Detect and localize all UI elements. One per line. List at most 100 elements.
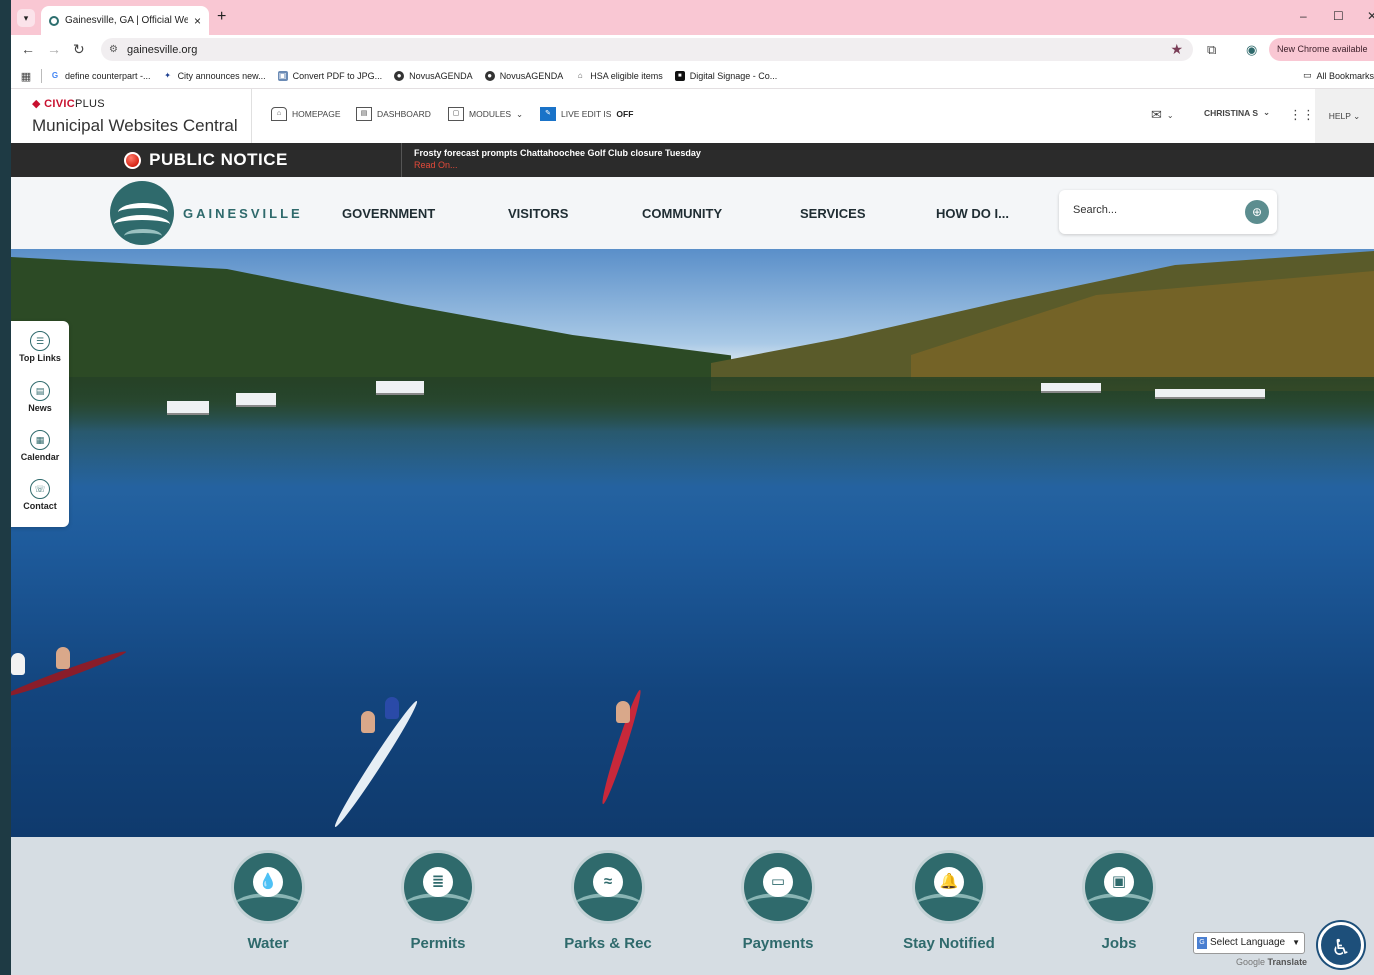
grid-icon: ⋮⋮ (1289, 107, 1315, 122)
back-arrow-icon[interactable]: ← (21, 41, 35, 57)
quick-link-water[interactable]: 💧 Water (208, 853, 328, 952)
search-icon[interactable]: ⊕ (1245, 200, 1269, 224)
credit-card-icon: ▭ (763, 867, 793, 897)
browser-window: ▾ Gainesville, GA | Official Website × +… (11, 0, 1374, 975)
nav-how-do-i[interactable]: HOW DO I... (936, 206, 1009, 221)
document-icon: ≣ (423, 867, 453, 897)
maximize-button[interactable]: ☐ (1333, 9, 1344, 23)
public-notice-bar: PUBLIC NOTICE Frosty forecast prompts Ch… (11, 143, 1374, 177)
quick-links-sidebar: ☰ Top Links ▤ News ▦ Calendar ☏ Contact (11, 321, 69, 527)
cms-admin-bar: ◆ CIVICPLUS Municipal Websites Central ⌂… (11, 89, 1374, 144)
tab-search-button[interactable]: ▾ (17, 9, 35, 27)
gainesville-logo-icon[interactable] (110, 181, 174, 245)
chevron-down-icon: ⌄ (1263, 107, 1271, 117)
sidebar-item-calendar[interactable]: ▦ Calendar (11, 430, 69, 462)
nav-community[interactable]: COMMUNITY (642, 206, 722, 221)
water-drop-icon: 💧 (253, 867, 283, 897)
live-edit-icon: ✎ (540, 107, 556, 121)
admin-modules-menu[interactable]: ▢ Modules ⌄ (448, 107, 523, 121)
minimize-button[interactable]: – (1300, 9, 1307, 23)
profile-icon[interactable]: ◉ (1246, 42, 1257, 58)
bell-icon: 🔔 (934, 867, 964, 897)
quick-action-band: 💧 Water ≣ Permits ≈ Parks & Rec ▭ Paymen… (11, 837, 1374, 975)
globe-icon: ● (394, 71, 405, 81)
browser-toolbar: ← → ↻ ⚙ gainesville.org ★ ⧉ ◉ New Chrome… (11, 35, 1374, 64)
google-translate-credit: Google Translate (1236, 957, 1308, 967)
bookmark-item[interactable]: Gdefine counterpart -... (50, 71, 151, 81)
signage-icon: ■ (674, 71, 685, 81)
messages-menu[interactable]: ✉ ⌄ (1151, 107, 1174, 123)
chevron-down-icon: ▼ (1292, 938, 1300, 947)
news-icon: ▤ (30, 381, 50, 401)
address-bar[interactable]: ⚙ gainesville.org ★ (101, 38, 1193, 61)
admin-dashboard-link[interactable]: ▤ Dashboard (356, 107, 431, 121)
extensions-icon[interactable]: ⧉ (1207, 42, 1216, 58)
bookmark-item[interactable]: ● NovusAGENDA (394, 71, 473, 81)
help-menu[interactable]: HELP ⌄ (1315, 89, 1374, 143)
calendar-icon: ▦ (30, 430, 50, 450)
modules-icon: ▢ (448, 107, 464, 121)
url-text: gainesville.org (127, 43, 198, 56)
tab-strip: ▾ Gainesville, GA | Official Website × +… (11, 0, 1374, 35)
user-menu[interactable]: CHRISTINA S ⌄ (1204, 107, 1270, 118)
apps-grid-icon[interactable]: ▦ (11, 70, 41, 83)
bookmark-item[interactable]: ■ Digital Signage - Co... (674, 71, 777, 81)
chrome-update-button[interactable]: New Chrome available (1269, 38, 1374, 61)
notice-divider (401, 143, 402, 177)
shopping-icon: ⌂ (577, 71, 583, 80)
all-bookmarks-button[interactable]: ▭ All Bookmarks (1303, 70, 1374, 81)
browser-tab[interactable]: Gainesville, GA | Official Website × (41, 6, 209, 35)
swimmer-icon: ≈ (593, 867, 623, 897)
site-info-icon[interactable]: ⚙ (109, 44, 127, 55)
quick-link-parks-rec[interactable]: ≈ Parks & Rec (548, 853, 668, 952)
sidebar-item-top-links[interactable]: ☰ Top Links (11, 331, 69, 363)
tab-close-icon[interactable]: × (194, 14, 201, 28)
bookmark-item[interactable]: ✦ City announces new... (163, 71, 265, 81)
bookmarks-divider (41, 69, 42, 83)
mail-icon: ✉ (1151, 107, 1162, 122)
site-header: GAINESVILLE GOVERNMENT VISITORS COMMUNIT… (11, 177, 1374, 249)
bookmark-item[interactable]: ⌂ HSA eligible items (575, 71, 663, 81)
admin-divider (251, 89, 252, 143)
notice-headline[interactable]: Frosty forecast prompts Chattahoochee Go… (414, 148, 701, 158)
briefcase-icon: ▣ (1104, 867, 1134, 897)
nav-visitors[interactable]: VISITORS (508, 206, 568, 221)
bookmarks-bar: ▦ Gdefine counterpart -... ✦ City announc… (11, 64, 1374, 89)
civicplus-logo[interactable]: ◆ CIVICPLUS (32, 97, 105, 110)
sidebar-item-news[interactable]: ▤ News (11, 381, 69, 413)
chevron-down-icon: ⌄ (1353, 111, 1361, 121)
google-icon: G (51, 71, 59, 80)
nav-government[interactable]: GOVERNMENT (342, 206, 435, 221)
admin-subtitle: Municipal Websites Central (32, 116, 238, 135)
search-input[interactable] (1071, 203, 1225, 217)
dashboard-icon: ▤ (356, 107, 372, 121)
live-edit-toggle[interactable]: ✎ Live Edit is OFF (540, 107, 633, 121)
admin-homepage-link[interactable]: ⌂ Homepage (271, 107, 341, 121)
apps-grid-menu[interactable]: ⋮⋮ (1289, 107, 1315, 123)
bookmark-item[interactable]: ● NovusAGENDA (484, 71, 563, 81)
globe-icon: ● (484, 71, 495, 81)
new-tab-button[interactable]: + (217, 9, 226, 25)
chevron-down-icon: ⌄ (1166, 110, 1174, 120)
home-icon: ⌂ (271, 107, 287, 121)
site-logo-text[interactable]: GAINESVILLE (183, 206, 303, 221)
quick-link-jobs[interactable]: ▣ Jobs (1059, 853, 1179, 952)
quick-link-permits[interactable]: ≣ Permits (378, 853, 498, 952)
accessibility-icon[interactable]: ♿ (1318, 922, 1364, 968)
quick-link-payments[interactable]: ▭ Payments (718, 853, 838, 952)
chat-icon: ☏ (30, 479, 50, 499)
notice-read-on-link[interactable]: Read On... (414, 160, 458, 170)
quick-link-stay-notified[interactable]: 🔔 Stay Notified (889, 853, 1009, 952)
google-translate-icon: G (1197, 937, 1207, 949)
bookmark-star-icon[interactable]: ★ (1170, 41, 1183, 58)
sidebar-item-contact[interactable]: ☏ Contact (11, 479, 69, 511)
language-select[interactable]: G Select Language ▼ (1193, 932, 1305, 954)
forward-arrow-icon[interactable]: → (47, 41, 61, 57)
nav-services[interactable]: SERVICES (800, 206, 866, 221)
hero-lake-photo (11, 249, 1374, 837)
public-notice-label: PUBLIC NOTICE (11, 143, 401, 177)
reload-icon[interactable]: ↻ (73, 41, 85, 57)
running-person-icon: ✦ (164, 71, 171, 80)
close-window-button[interactable]: ✕ (1367, 9, 1374, 23)
bookmark-item[interactable]: ▣ Convert PDF to JPG... (277, 71, 382, 81)
